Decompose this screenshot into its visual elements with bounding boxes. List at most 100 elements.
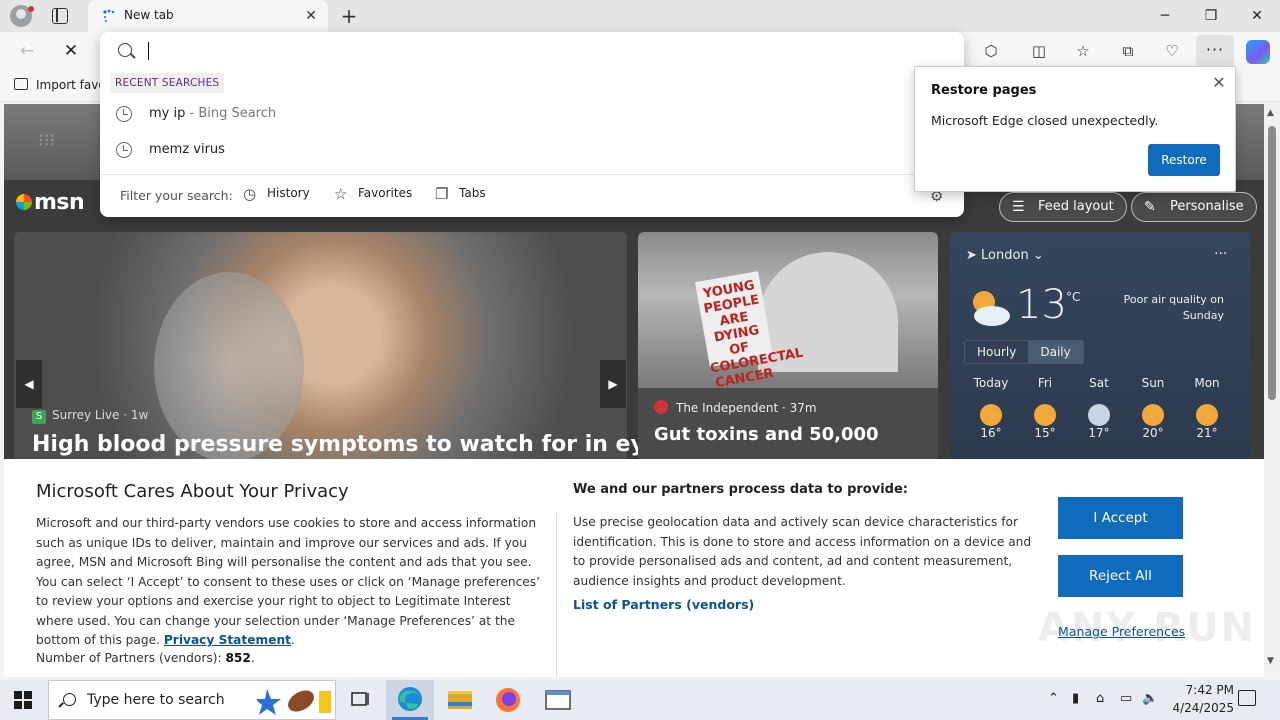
network-icon[interactable]: ▭	[1120, 691, 1132, 706]
filter-favorites-button[interactable]: ☆ Favorites	[334, 185, 412, 203]
close-icon[interactable]: ✕	[1209, 73, 1229, 93]
taskbar-time[interactable]: 7:42 PM	[1172, 683, 1234, 697]
hero-carousel[interactable]: ◀ ▶	[14, 232, 627, 462]
filter-tabs-button[interactable]: ❐ Tabs	[435, 185, 486, 203]
close-window-button[interactable]: ✕	[1242, 6, 1272, 26]
suggestion-item[interactable]: my ip - Bing Search	[100, 98, 964, 132]
location-arrow-icon: ➤	[966, 248, 982, 263]
partners-number: 852	[225, 651, 251, 665]
protest-sign: YOUNG PEOPLE ARE DYING OF COLORECTAL CAN…	[695, 271, 804, 391]
sun-icon	[1142, 404, 1164, 426]
air-quality-text[interactable]: Poor air quality on Sunday	[1104, 292, 1224, 324]
carousel-next-button[interactable]: ▶	[600, 360, 626, 408]
sliders-icon: ☰	[1012, 199, 1025, 215]
forecast-day[interactable]: Sat 17°	[1072, 376, 1126, 462]
tab-actions-icon[interactable]	[52, 8, 68, 24]
dropdown-divider	[100, 174, 964, 175]
scroll-thumb[interactable]	[1268, 126, 1276, 400]
taskbar-search-placeholder: Type here to search	[87, 692, 225, 708]
task-view-icon[interactable]	[336, 680, 384, 720]
notification-icon[interactable]	[1238, 690, 1256, 706]
weather-location[interactable]: ➤ London ⌄	[966, 248, 1044, 263]
weather-forecast: Today 16° Fri 15° Sat 17° Sun 20° Mon 21°	[964, 376, 1236, 462]
sun-icon	[1034, 404, 1056, 426]
taskbar-date[interactable]: 4/24/2025	[1160, 701, 1234, 715]
hero-source-name: Surrey Live	[52, 408, 120, 422]
app-window-icon[interactable]	[534, 680, 582, 720]
forecast-day[interactable]: Mon 21°	[1180, 376, 1234, 462]
forecast-day[interactable]: Today 16°	[964, 376, 1018, 462]
manage-preferences-link[interactable]: Manage Preferences	[1058, 624, 1185, 639]
history-icon	[116, 142, 132, 158]
msn-logo-icon	[16, 194, 32, 210]
tab-hourly[interactable]: Hourly	[965, 341, 1028, 363]
list-of-partners-link[interactable]: List of Partners (vendors)	[573, 597, 754, 612]
weather-temperature: 13	[1016, 282, 1067, 328]
suggestion-suffix: - Bing Search	[185, 106, 277, 121]
news-card[interactable]: YOUNG PEOPLE ARE DYING OF COLORECTAL CAN…	[638, 232, 938, 462]
carousel-prev-button[interactable]: ◀	[16, 360, 42, 408]
more-options-icon[interactable]: ···	[1196, 35, 1234, 67]
extensions-icon[interactable]: ⬡	[980, 40, 1002, 62]
feed-layout-button[interactable]: ☰ Feed layout	[999, 192, 1127, 222]
restore-button[interactable]: Restore	[1148, 144, 1220, 176]
tabs-icon: ❐	[435, 185, 449, 203]
forecast-high: 20°	[1142, 426, 1164, 440]
forecast-day-label: Sat	[1089, 376, 1109, 390]
star-icon: ☆	[334, 185, 348, 203]
weather-location-name: London	[981, 248, 1029, 263]
copilot-icon[interactable]	[1246, 40, 1270, 64]
windows-start-icon[interactable]	[14, 691, 32, 709]
minimize-button[interactable]: ─	[1150, 6, 1180, 26]
suggestion-text: memz virus	[149, 142, 225, 157]
stop-loading-icon[interactable]: ✕	[60, 40, 82, 62]
new-tab-button[interactable]: +	[338, 5, 360, 27]
favorites-star-icon[interactable]: ☆	[1072, 40, 1094, 62]
collections-icon[interactable]: ⧉	[1117, 40, 1139, 62]
apps-grid-icon[interactable]: ⁝⁝⁝	[38, 130, 55, 151]
browser-essentials-icon[interactable]: ♡	[1161, 40, 1183, 62]
restore-title: Restore pages	[931, 83, 1037, 98]
forecast-day-label: Fri	[1037, 376, 1053, 390]
scroll-down-icon[interactable]: ▼	[1267, 656, 1274, 666]
page-scrollbar[interactable]: ▲ ▼	[1264, 104, 1280, 676]
forecast-day-label: Sun	[1141, 376, 1165, 390]
suggestion-item[interactable]: memz virus	[100, 134, 964, 168]
suggestion-text: my ip	[149, 106, 186, 121]
storage-icon[interactable]: ▮	[1072, 691, 1079, 706]
cloud-icon	[1088, 404, 1110, 426]
reject-all-button[interactable]: Reject All	[1058, 555, 1183, 597]
accept-button[interactable]: I Accept	[1058, 497, 1183, 539]
restore-window-button[interactable]: ❐	[1196, 6, 1226, 26]
column-divider	[556, 513, 557, 677]
news-card-age: 37m	[789, 401, 817, 415]
privacy-statement-link[interactable]: Privacy Statement	[164, 633, 291, 647]
taskbar-search-box[interactable]: Type here to search	[48, 680, 336, 720]
weather-card[interactable]: ➤ London ⌄ ··· 13 °C Poor air quality on…	[950, 232, 1250, 462]
personalise-button[interactable]: ✎ Personalise	[1131, 192, 1257, 222]
weather-more-icon[interactable]: ···	[1214, 246, 1227, 262]
news-card-headline[interactable]: Gut toxins and 50,000	[654, 424, 879, 445]
import-favorites-link[interactable]: Import favo	[14, 78, 106, 92]
back-arrow-icon[interactable]: ←	[16, 40, 38, 62]
device-icon[interactable]: ⌂	[1096, 691, 1104, 706]
file-explorer-icon[interactable]	[436, 680, 484, 720]
forecast-day[interactable]: Sun 20°	[1126, 376, 1180, 462]
recent-searches-label: RECENT SEARCHES	[110, 73, 225, 93]
split-screen-icon[interactable]: ◫	[1028, 40, 1050, 62]
firefox-icon[interactable]	[484, 680, 532, 720]
tab-new-tab[interactable]: New tab ✕	[88, 0, 328, 32]
tab-close-button[interactable]: ✕	[302, 7, 320, 25]
personalise-label: Personalise	[1170, 199, 1244, 214]
edge-taskbar-icon[interactable]	[386, 680, 434, 720]
scroll-up-icon[interactable]: ▲	[1267, 108, 1274, 118]
pencil-icon: ✎	[1144, 199, 1156, 215]
volume-icon[interactable]: 🔈	[1142, 691, 1158, 706]
forecast-day[interactable]: Fri 15°	[1018, 376, 1072, 462]
filter-history-button[interactable]: ◷ History	[243, 185, 310, 203]
hero-headline[interactable]: High blood pressure symptoms to watch fo…	[32, 432, 673, 457]
tab-daily[interactable]: Daily	[1028, 341, 1083, 363]
show-hidden-icons-icon[interactable]: ⌃	[1048, 691, 1059, 706]
msn-logo[interactable]: msn	[16, 190, 85, 215]
address-bar-input[interactable]	[146, 38, 926, 64]
